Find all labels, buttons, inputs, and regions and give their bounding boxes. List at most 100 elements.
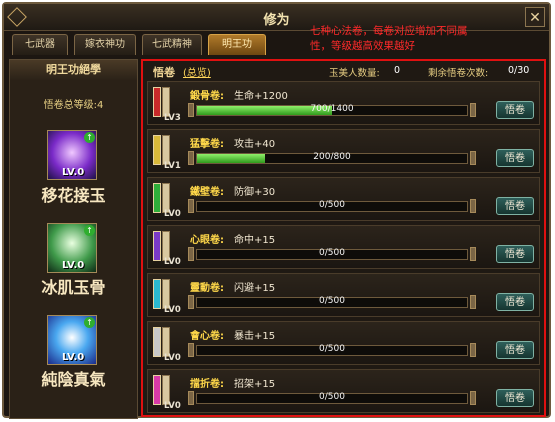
scroll-icon: LV0 xyxy=(151,373,181,411)
scroll-row: LV1 猛擊卷: 攻击+40 200/800 悟卷 xyxy=(147,129,540,173)
bar-cap-right xyxy=(470,247,476,261)
left-panel-header: 明王功絕學 xyxy=(10,60,137,80)
close-icon: ✕ xyxy=(529,10,541,26)
scroll-row: LV0 心眼卷: 命中+15 0/500 悟卷 xyxy=(147,225,540,269)
bar-cap-left xyxy=(188,151,194,165)
scroll-row: LV0 擋折卷: 招架+15 0/500 悟卷 xyxy=(147,369,540,413)
scroll-name: 擋折卷: xyxy=(190,379,224,390)
annotation-note: 七种心法卷，每卷对应增加不同属性，等级越高效果越好 xyxy=(310,25,468,52)
tab-qi-weapons[interactable]: 七武器 xyxy=(12,34,68,55)
skill-name: 冰肌玉骨 xyxy=(41,278,106,297)
bar-cap-left xyxy=(188,391,194,405)
panel-title: 悟卷 xyxy=(153,66,175,79)
tab-qiwu-spirit[interactable]: 七武精神 xyxy=(142,34,202,55)
progress-bar: 0/500 xyxy=(196,392,468,404)
scroll-level: LV0 xyxy=(164,305,181,315)
bar-cap-left xyxy=(188,199,194,213)
scroll-stat: 招架+15 xyxy=(234,379,276,390)
skill-level: LV.0 xyxy=(62,352,85,363)
comprehend-button[interactable]: 悟卷 xyxy=(496,245,534,263)
left-skill-panel: 明王功絕學 悟卷总等级:4 ↑ LV.0 移花接玉 ↑ LV.0 冰肌玉骨 ↑ … xyxy=(9,59,138,419)
close-button[interactable]: ✕ xyxy=(525,7,545,27)
progress-text: 0/500 xyxy=(319,296,345,306)
comprehend-button[interactable]: 悟卷 xyxy=(496,101,534,119)
skill-slot-flower[interactable]: ↑ LV.0 xyxy=(47,130,97,180)
scroll-level: LV3 xyxy=(164,113,181,123)
progress-bar: 0/500 xyxy=(196,200,468,212)
tab-mingwang-gong[interactable]: 明王功 xyxy=(208,34,266,55)
progress-text: 700/1400 xyxy=(310,104,354,114)
progress-text: 0/500 xyxy=(319,344,345,354)
comprehend-button[interactable]: 悟卷 xyxy=(496,197,534,215)
scroll-level: LV1 xyxy=(164,161,181,171)
progress-bar: 0/500 xyxy=(196,296,468,308)
progress-text: 0/500 xyxy=(319,248,345,258)
progress-bar: 0/500 xyxy=(196,344,468,356)
panel-header: 悟卷 (总览) 玉美人数量: 0 剩余悟卷次数: 0/30 xyxy=(143,61,544,79)
scroll-stat: 命中+15 xyxy=(234,235,276,246)
upgrade-arrow-icon: ↑ xyxy=(84,132,95,143)
comprehend-button[interactable]: 悟卷 xyxy=(496,341,534,359)
bar-cap-left xyxy=(188,295,194,309)
scroll-icon: LV0 xyxy=(151,229,181,267)
progress-bar: 200/800 xyxy=(196,152,468,164)
scroll-icon: LV3 xyxy=(151,85,181,123)
scroll-row: LV0 會心卷: 暴击+15 0/500 悟卷 xyxy=(147,321,540,365)
scroll-panel: 悟卷 (总览) 玉美人数量: 0 剩余悟卷次数: 0/30 LV3 鍛骨卷: 生命+… xyxy=(141,59,546,417)
bar-cap-right xyxy=(470,343,476,357)
tab-jiayi-shengong[interactable]: 嫁衣神功 xyxy=(74,34,136,55)
comprehend-button[interactable]: 悟卷 xyxy=(496,149,534,167)
scroll-name: 鍛骨卷: xyxy=(190,91,224,102)
upgrade-arrow-icon: ↑ xyxy=(84,225,95,236)
scroll-icon: LV0 xyxy=(151,181,181,219)
scroll-name: 會心卷: xyxy=(190,331,224,342)
scroll-icon: LV0 xyxy=(151,325,181,363)
total-level: 悟卷总等级:4 xyxy=(43,100,104,111)
scroll-icon: LV1 xyxy=(151,133,181,171)
skill-name: 移花接玉 xyxy=(41,186,106,205)
bar-cap-left xyxy=(188,247,194,261)
bar-cap-right xyxy=(470,151,476,165)
bar-cap-right xyxy=(470,199,476,213)
scroll-stat: 防御+30 xyxy=(234,187,276,198)
bar-cap-right xyxy=(470,103,476,117)
skill-slot-snowflake[interactable]: ↑ LV.0 xyxy=(47,315,97,365)
scroll-row: LV0 靈動卷: 闪避+15 0/500 悟卷 xyxy=(147,273,540,317)
scroll-stat: 暴击+15 xyxy=(234,331,276,342)
comprehend-button[interactable]: 悟卷 xyxy=(496,389,534,407)
scroll-stat: 攻击+40 xyxy=(234,139,276,150)
scroll-level: LV0 xyxy=(164,257,181,267)
skill-level: LV.0 xyxy=(62,167,85,178)
bar-cap-right xyxy=(470,295,476,309)
beauty-count-value: 0 xyxy=(394,65,401,76)
bar-cap-left xyxy=(188,103,194,117)
scroll-name: 靈動卷: xyxy=(190,283,224,294)
scroll-name: 鐵壁卷: xyxy=(190,187,224,198)
comprehend-button[interactable]: 悟卷 xyxy=(496,293,534,311)
overview-link[interactable]: (总览) xyxy=(183,64,211,79)
scroll-level: LV0 xyxy=(164,401,181,411)
scroll-row: LV3 鍛骨卷: 生命+1200 700/1400 悟卷 xyxy=(147,81,540,125)
scroll-row: LV0 鐵壁卷: 防御+30 0/500 悟卷 xyxy=(147,177,540,221)
bar-cap-left xyxy=(188,343,194,357)
cultivation-window: 修为 ✕ 七武器 嫁衣神功 七武精神 明王功 七种心法卷，每卷对应增加不同属性，… xyxy=(2,2,551,419)
progress-bar: 700/1400 xyxy=(196,104,468,116)
skill-slot-dancer[interactable]: ↑ LV.0 xyxy=(47,223,97,273)
remaining-count-label: 剩余悟卷次数: xyxy=(428,68,489,79)
progress-text: 0/500 xyxy=(319,392,345,402)
scroll-icon: LV0 xyxy=(151,277,181,315)
scroll-stat: 闪避+15 xyxy=(234,283,276,294)
progress-bar: 0/500 xyxy=(196,248,468,260)
progress-text: 200/800 xyxy=(313,152,351,162)
skill-level: LV.0 xyxy=(62,260,85,271)
scroll-level: LV0 xyxy=(164,353,181,363)
upgrade-arrow-icon: ↑ xyxy=(84,317,95,328)
scroll-level: LV0 xyxy=(164,209,181,219)
skill-name: 純陰真氣 xyxy=(41,370,106,389)
scroll-name: 猛擊卷: xyxy=(190,139,224,150)
scroll-stat: 生命+1200 xyxy=(234,91,288,102)
progress-text: 0/500 xyxy=(319,200,345,210)
remaining-count-value: 0/30 xyxy=(508,65,530,76)
scroll-name: 心眼卷: xyxy=(190,235,224,246)
bar-cap-right xyxy=(470,391,476,405)
